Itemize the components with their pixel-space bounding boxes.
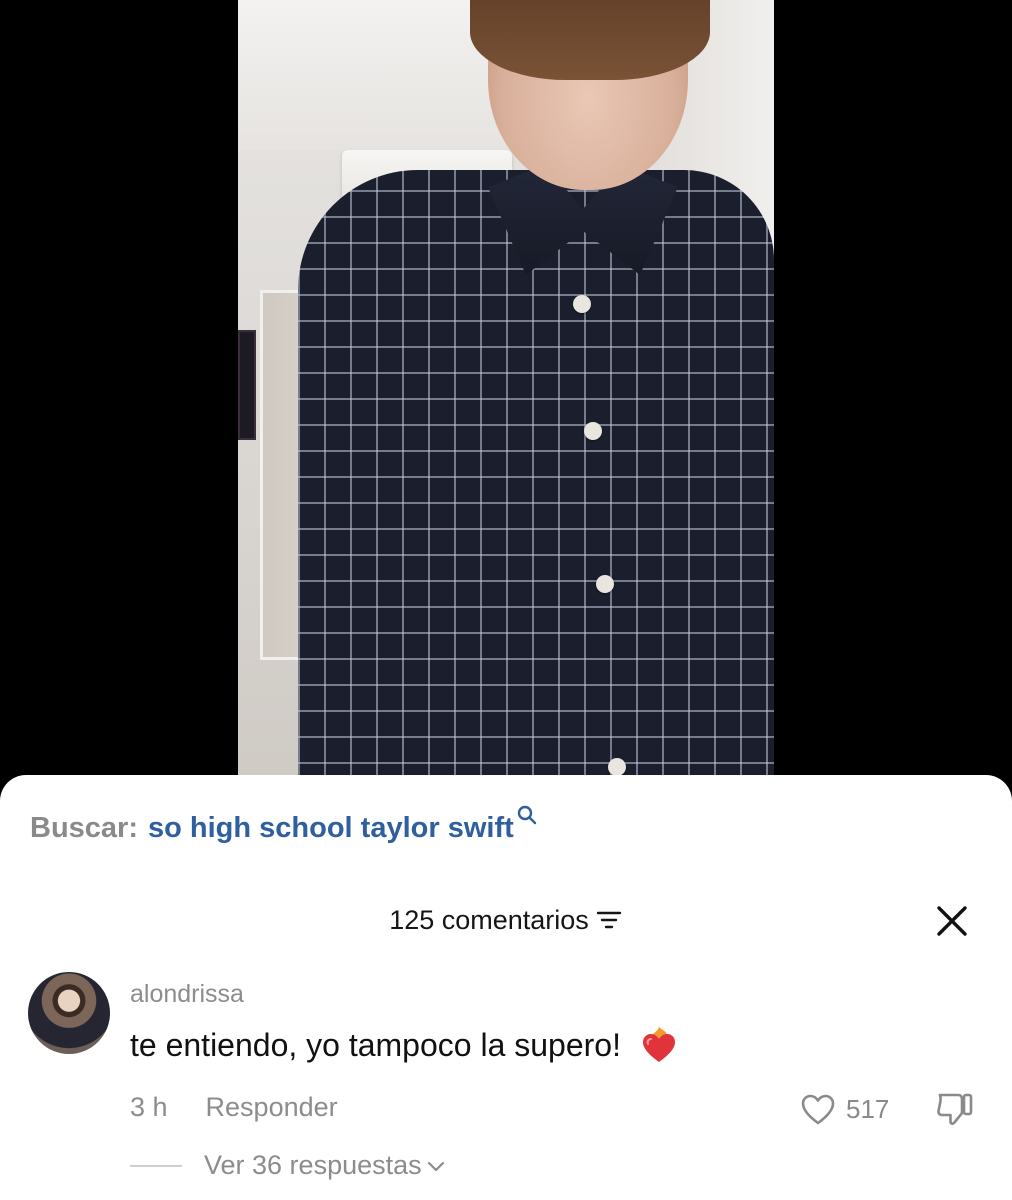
heart-on-fire-emoji-icon xyxy=(642,1027,675,1062)
heart-icon[interactable] xyxy=(800,1092,836,1126)
shirt-button xyxy=(584,422,602,440)
shirt-button xyxy=(596,575,614,593)
comment-body: te entiendo, yo tampoco la supero! xyxy=(130,1025,679,1065)
search-query-link[interactable]: so high school taylor swift xyxy=(148,812,514,845)
comment-text: te entiendo, yo tampoco la supero! xyxy=(130,1026,621,1063)
comment-meta: 3 h Responder xyxy=(130,1092,338,1123)
view-replies[interactable]: Ver 36 respuestas xyxy=(130,1150,445,1181)
like-group[interactable]: 517 xyxy=(800,1092,889,1126)
comments-header: 125 comentarios xyxy=(0,900,1012,940)
search-icon xyxy=(517,805,536,825)
video-frame xyxy=(238,0,774,790)
comment-username[interactable]: alondrissa xyxy=(130,980,244,1009)
poster xyxy=(238,330,256,440)
shirt-button xyxy=(573,295,591,313)
shirt-button xyxy=(608,758,626,776)
close-button[interactable] xyxy=(932,901,972,941)
close-icon xyxy=(937,906,967,936)
like-count: 517 xyxy=(846,1093,890,1124)
person-hair xyxy=(470,0,710,80)
video-player[interactable] xyxy=(0,0,1012,790)
comment-time: 3 h xyxy=(130,1092,168,1122)
comments-count: 125 comentarios xyxy=(389,904,589,935)
search-suggestion[interactable]: Buscar: so high school taylor swift xyxy=(30,805,537,852)
sort-icon[interactable] xyxy=(595,909,623,931)
chevron-down-icon xyxy=(427,1161,444,1171)
dislike-icon[interactable] xyxy=(934,1090,976,1128)
replies-divider xyxy=(130,1164,182,1167)
search-label: Buscar: xyxy=(30,812,138,844)
avatar[interactable] xyxy=(28,972,110,1054)
view-replies-link[interactable]: Ver 36 respuestas xyxy=(204,1150,422,1181)
reply-button[interactable]: Responder xyxy=(206,1092,338,1123)
